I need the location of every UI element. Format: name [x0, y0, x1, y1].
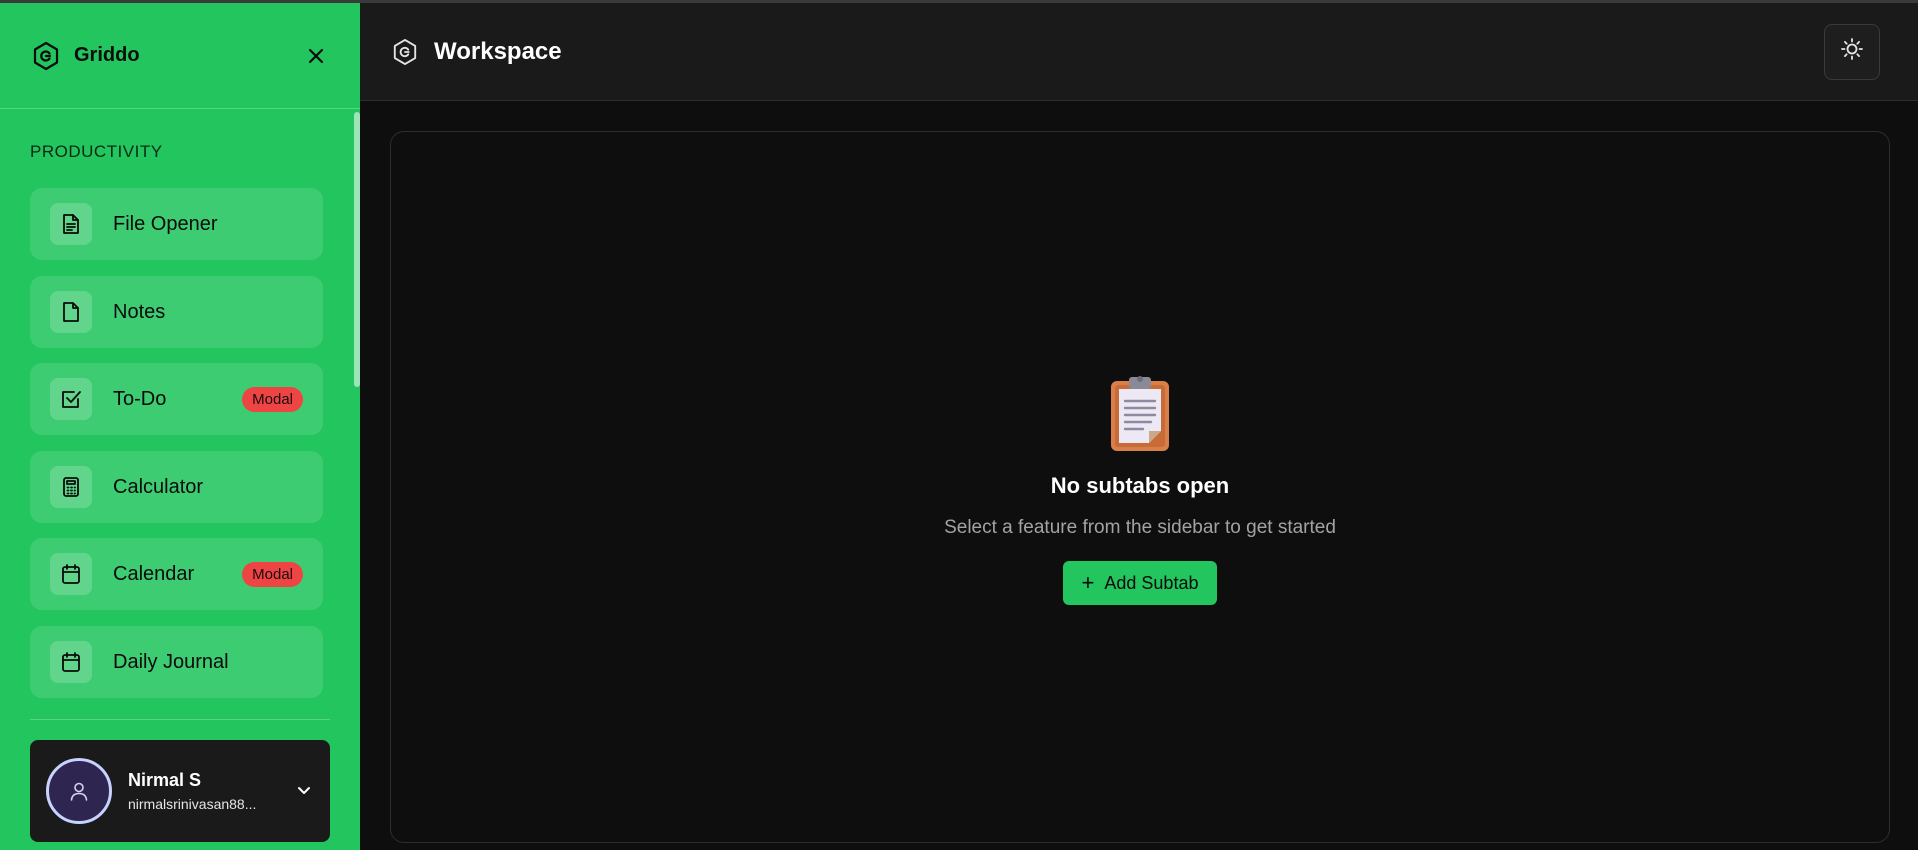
- top-bar: Workspace: [360, 3, 1918, 101]
- checkbox-icon: [50, 378, 92, 420]
- calculator-icon: [50, 466, 92, 508]
- sidebar-header: Griddo: [0, 3, 360, 109]
- calendar-icon: [50, 553, 92, 595]
- empty-state: No subtabs open Select a feature from th…: [391, 375, 1889, 605]
- workspace-panel: No subtabs open Select a feature from th…: [390, 131, 1890, 843]
- sidebar-item-label: Notes: [113, 300, 166, 323]
- user-info: Nirmal S nirmalsrinivasan88...: [128, 770, 294, 812]
- empty-state-subtitle: Select a feature from the sidebar to get…: [944, 517, 1336, 538]
- user-name: Nirmal S: [128, 770, 202, 790]
- chevron-down-icon[interactable]: [294, 781, 314, 801]
- file-icon: [50, 291, 92, 333]
- section-title: PRODUCTIVITY: [30, 142, 163, 161]
- add-subtab-label: Add Subtab: [1104, 572, 1199, 593]
- avatar: [46, 758, 112, 824]
- sidebar-item-calendar[interactable]: Calendar Modal: [30, 538, 323, 610]
- sidebar-item-calculator[interactable]: Calculator: [30, 451, 323, 523]
- sidebar-item-label: To-Do: [113, 387, 167, 410]
- user-email: nirmalsrinivasan88...: [128, 796, 257, 812]
- empty-state-title: No subtabs open: [1050, 473, 1230, 498]
- logo-icon: [30, 40, 62, 72]
- close-sidebar-button[interactable]: [302, 42, 330, 70]
- add-subtab-button[interactable]: + Add Subtab: [1062, 561, 1218, 605]
- sidebar-item-label: Daily Journal: [113, 650, 229, 673]
- brand-name: Griddo: [74, 44, 140, 66]
- sun-icon: [1840, 37, 1864, 66]
- sidebar-item-daily-journal[interactable]: Daily Journal: [30, 626, 323, 698]
- sidebar-item-label: Calendar: [113, 562, 195, 585]
- sidebar-item-to-do[interactable]: To-Do Modal: [30, 363, 323, 435]
- file-text-icon: [50, 203, 92, 245]
- sidebar-item-file-opener[interactable]: File Opener: [30, 188, 323, 260]
- workspace-icon: [390, 37, 420, 67]
- calendar-icon: [50, 641, 92, 683]
- main-area: Workspace No subtabs open Select a featu…: [360, 3, 1918, 850]
- page-title: Workspace: [434, 37, 562, 65]
- sidebar-divider: [30, 719, 330, 720]
- sidebar-nav: PRODUCTIVITY File Opener Notes To-Do Mod…: [0, 110, 360, 720]
- plus-icon: +: [1081, 570, 1095, 595]
- theme-toggle-button[interactable]: [1824, 23, 1880, 80]
- window-top-border: [0, 0, 1918, 3]
- clipboard-icon: [1107, 375, 1173, 453]
- modal-badge: Modal: [242, 386, 303, 412]
- sidebar-item-notes[interactable]: Notes: [30, 276, 323, 348]
- modal-badge: Modal: [242, 561, 303, 587]
- sidebar-item-label: File Opener: [113, 212, 218, 235]
- user-menu[interactable]: Nirmal S nirmalsrinivasan88...: [30, 740, 330, 842]
- sidebar-item-label: Calculator: [113, 475, 204, 498]
- sidebar: Griddo PRODUCTIVITY File Opener Notes To…: [0, 3, 360, 850]
